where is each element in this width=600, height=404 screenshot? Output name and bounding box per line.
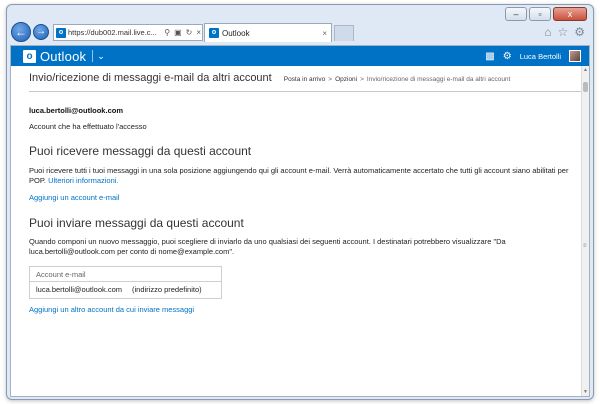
arrow-left-icon: ←: [15, 25, 27, 39]
close-button[interactable]: x: [553, 7, 587, 21]
page-title: Invio/ricezione di messaggi e-mail da al…: [29, 72, 272, 84]
minimize-button[interactable]: –: [505, 7, 527, 21]
browser-window: – ▫ x ← → o https://dub002.mail.live.c..…: [6, 4, 594, 400]
scroll-up-icon[interactable]: ▲: [582, 66, 589, 74]
browser-toolbar: ← → o https://dub002.mail.live.c... ⚲ ▣ …: [7, 21, 593, 45]
tab-outlook[interactable]: o Outlook ×: [204, 23, 332, 42]
main-content: Invio/ricezione di messaggi e-mail da al…: [29, 72, 584, 314]
brand-divider: [92, 50, 94, 62]
gear-icon[interactable]: ⚙: [503, 51, 512, 62]
gear-icon[interactable]: ⚙: [574, 25, 585, 39]
lock-icon[interactable]: ▣: [173, 28, 183, 37]
table-header: Account e-mail: [30, 267, 221, 282]
breadcrumb-separator: >: [328, 76, 333, 83]
breadcrumb-current: Invio/ricezione di messaggi e-mail da al…: [366, 76, 511, 83]
browser-toolbar-icons: ⌂ ☆ ⚙: [544, 25, 585, 39]
outlook-favicon-icon: o: [56, 27, 66, 38]
address-url[interactable]: https://dub002.mail.live.c...: [68, 28, 161, 37]
outlook-favicon-icon: o: [209, 28, 219, 38]
chevron-down-icon[interactable]: ⌄: [97, 51, 105, 62]
arrow-right-icon: →: [36, 26, 46, 37]
home-icon[interactable]: ⌂: [544, 25, 551, 39]
add-email-account-link[interactable]: Aggiungi un account e-mail: [29, 193, 574, 202]
breadcrumb-inbox[interactable]: Posta in arrivo: [284, 76, 326, 83]
breadcrumb-options[interactable]: Opzioni: [335, 76, 357, 83]
more-info-link[interactable]: Ulteriori informazioni.: [48, 176, 118, 185]
outlook-logo-icon[interactable]: o: [23, 49, 36, 63]
account-email-cell: luca.bertolli@outlook.com: [36, 285, 122, 294]
avatar[interactable]: [569, 50, 581, 62]
back-button[interactable]: ←: [11, 22, 31, 42]
tab-title: Outlook: [222, 28, 250, 38]
default-address-note: (indirizzo predefinito): [132, 285, 202, 294]
user-name[interactable]: Luca Bertolli: [520, 52, 561, 61]
scroll-grip-icon: ≡: [583, 243, 587, 249]
receive-section-title: Puoi ricevere messaggi da questi account: [29, 144, 252, 158]
send-section-title: Puoi inviare messaggi da questi account: [29, 216, 244, 230]
app-brand[interactable]: Outlook: [40, 49, 86, 64]
scroll-thumb[interactable]: [583, 82, 588, 92]
send-accounts-table: Account e-mail luca.bertolli@outlook.com…: [29, 266, 222, 299]
refresh-icon[interactable]: ↻: [185, 28, 194, 37]
outlook-header: o Outlook ⌄ ▩ ⚙ Luca Bertolli: [11, 46, 589, 66]
page-viewport: o Outlook ⌄ ▩ ⚙ Luca Bertolli Invio/rice…: [10, 45, 590, 397]
close-tab-icon[interactable]: ×: [322, 29, 327, 38]
address-bar[interactable]: o https://dub002.mail.live.c... ⚲ ▣ ↻ ×: [53, 24, 203, 41]
signed-in-account-label: Account che ha effettuato l'accesso: [29, 122, 147, 131]
header-actions: ▩ ⚙ Luca Bertolli: [485, 50, 581, 62]
signed-in-account-email: luca.bertolli@outlook.com: [29, 106, 123, 115]
receive-description: Puoi ricevere tutti i tuoi messaggi in u…: [29, 166, 574, 186]
search-icon[interactable]: ⚲: [163, 28, 171, 37]
stop-icon[interactable]: ×: [195, 28, 202, 37]
add-send-account-link[interactable]: Aggiungi un altro account da cui inviare…: [29, 305, 574, 314]
breadcrumb-separator: >: [360, 76, 364, 83]
maximize-button[interactable]: ▫: [529, 7, 551, 21]
chat-icon[interactable]: ▩: [485, 51, 494, 62]
window-controls: – ▫ x: [505, 7, 587, 21]
new-tab-button[interactable]: [334, 25, 354, 41]
star-icon[interactable]: ☆: [557, 25, 568, 39]
title-row: Invio/ricezione di messaggi e-mail da al…: [29, 72, 574, 84]
breadcrumb: Posta in arrivo > Opzioni > Invio/ricezi…: [284, 76, 511, 83]
send-description: Quando componi un nuovo messaggio, puoi …: [29, 237, 506, 256]
table-row[interactable]: luca.bertolli@outlook.com (indirizzo pre…: [30, 282, 221, 298]
title-divider: [29, 91, 584, 92]
vertical-scrollbar[interactable]: ▲ ≡ ▼: [581, 66, 589, 396]
scroll-down-icon[interactable]: ▼: [582, 388, 589, 396]
forward-button[interactable]: →: [33, 24, 49, 40]
